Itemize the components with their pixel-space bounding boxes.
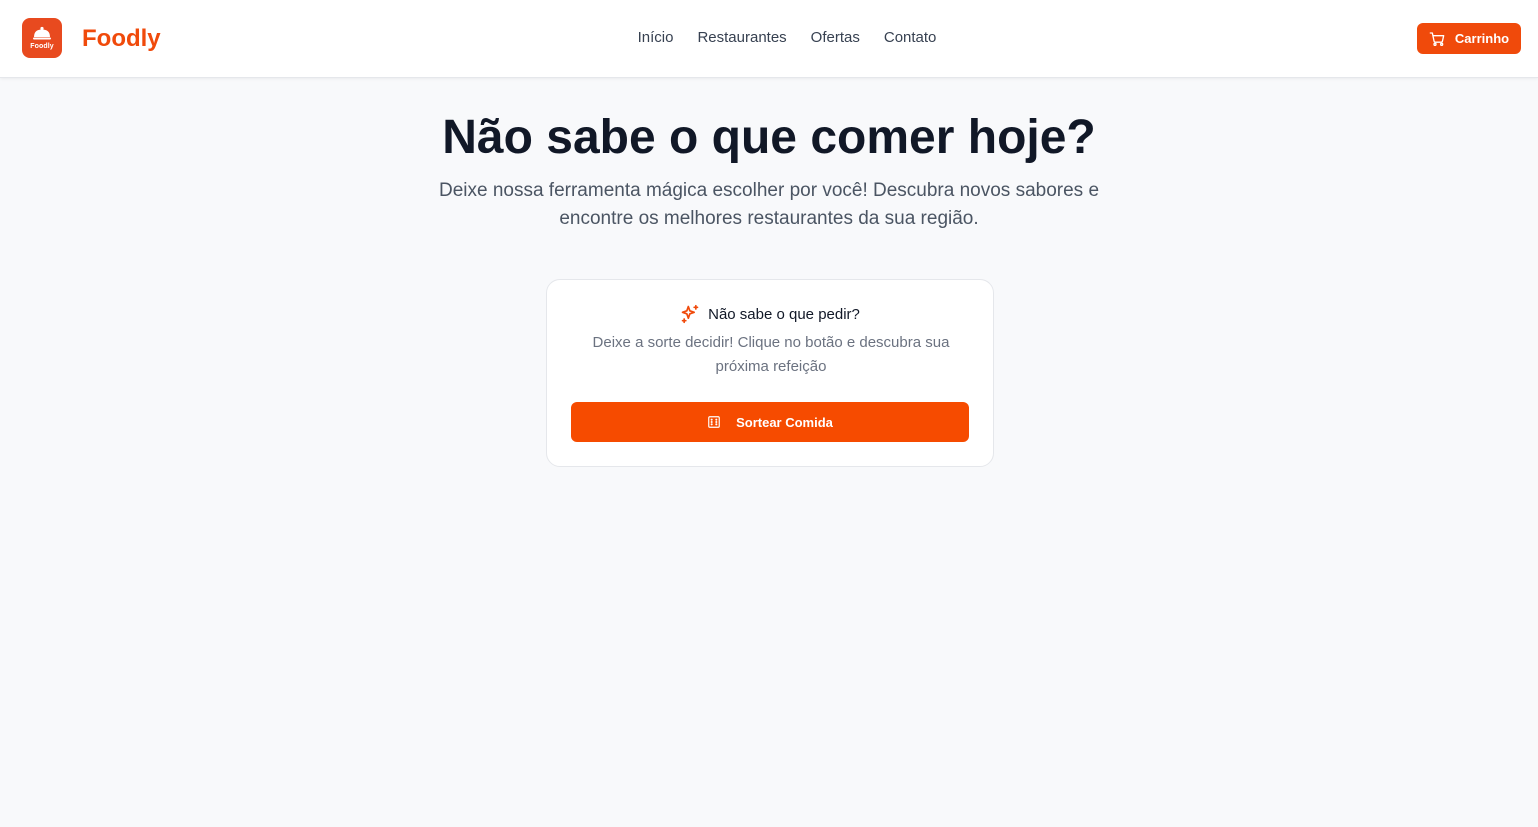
random-food-card: Não sabe o que pedir? Deixe a sorte deci… (546, 279, 994, 467)
card-heading: Não sabe o que pedir? (547, 304, 993, 324)
page-title: Não sabe o que comer hoje? (442, 111, 1096, 164)
dice-icon (708, 416, 720, 428)
nav-item-restaurantes[interactable]: Restaurantes (697, 29, 786, 46)
sparkles-icon (681, 304, 699, 324)
cart-button-label: Carrinho (1454, 31, 1510, 46)
top-header: Foodly Foodly Início Restaurantes Oferta… (0, 0, 1538, 78)
draw-food-button[interactable]: Sortear Comida (571, 402, 969, 442)
nav-item-ofertas[interactable]: Ofertas (811, 29, 860, 46)
card-heading-text: Não sabe o que pedir? (708, 305, 860, 323)
cart-button[interactable]: Carrinho (1417, 23, 1521, 54)
shopping-cart-icon (1429, 31, 1445, 46)
page-subtitle: Deixe nossa ferramenta mágica escolher p… (438, 180, 1100, 229)
nav-item-contato[interactable]: Contato (884, 29, 937, 46)
main-nav: Início Restaurantes Ofertas Contato (0, 29, 1538, 46)
draw-food-button-label: Sortear Comida (736, 414, 833, 430)
nav-item-inicio[interactable]: Início (638, 29, 674, 46)
card-description: Deixe a sorte decidir! Clique no botão e… (592, 334, 950, 375)
